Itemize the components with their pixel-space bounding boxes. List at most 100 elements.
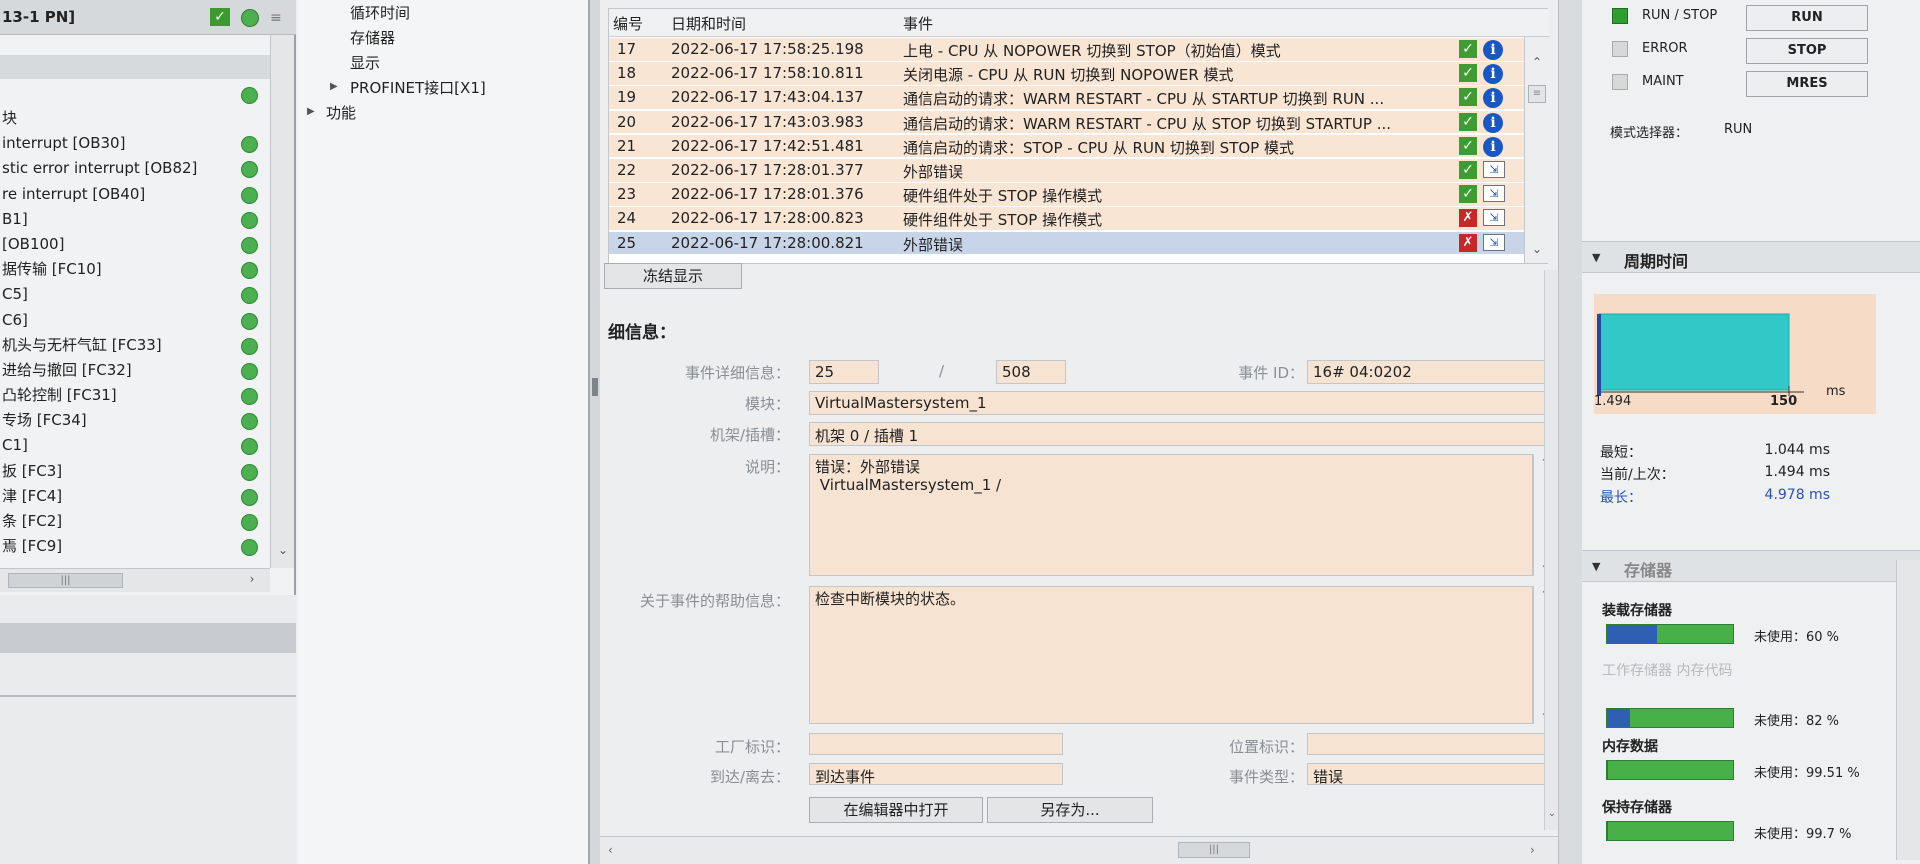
- list-item-label: stic error interrupt [OB82]: [2, 159, 198, 178]
- module-field[interactable]: VirtualMastersystem_1: [809, 391, 1555, 415]
- event-type-field[interactable]: 错误: [1307, 763, 1555, 785]
- list-item[interactable]: B1]: [0, 207, 270, 232]
- event-total-field[interactable]: 508: [996, 360, 1066, 384]
- list-item[interactable]: re interrupt [OB40]: [0, 182, 270, 207]
- scroll-thumb[interactable]: |||: [8, 573, 123, 588]
- freeze-display-button[interactable]: 冻结显示: [604, 263, 742, 289]
- device-header[interactable]: 13-1 PN] ✓ ≡: [0, 0, 296, 35]
- list-item[interactable]: 凸轮控制 [FC31]: [0, 383, 270, 408]
- tree-item-memory[interactable]: 存储器: [350, 27, 395, 48]
- event-detail-label: 事件详细信息：: [684, 364, 790, 382]
- detail-horizontal-scrollbar[interactable]: ‹ ||| ›: [600, 836, 1558, 864]
- list-item[interactable]: stic error interrupt [OB82]: [0, 156, 270, 181]
- collapse-chevron-icon[interactable]: ▼: [1592, 560, 1608, 574]
- col-header-id[interactable]: 编号: [613, 13, 643, 34]
- table-row[interactable]: 20 2022-06-17 17:43:03.983 通信启动的请求：WARM RE…: [609, 110, 1524, 135]
- right-vertical-scrollbar[interactable]: [1896, 560, 1920, 860]
- module-label: 模块：: [744, 395, 790, 413]
- scroll-left-icon[interactable]: ‹: [608, 843, 613, 857]
- scroll-thumb[interactable]: ≡: [1528, 85, 1546, 103]
- list-item[interactable]: C1]: [0, 433, 270, 458]
- description-field[interactable]: 错误：外部错误 VirtualMastersystem_1 /: [809, 454, 1533, 576]
- open-in-editor-button[interactable]: 在编辑器中打开: [809, 797, 983, 823]
- cycle-axis-unit: ms: [1826, 384, 1846, 399]
- run-button[interactable]: RUN: [1746, 5, 1868, 31]
- mres-button[interactable]: MRES: [1746, 71, 1868, 97]
- list-item[interactable]: 机头与无杆气缸 [FC33]: [0, 333, 270, 358]
- row-event: 关闭电源 - CPU 从 RUN 切换到 NOPOWER 模式: [903, 66, 1234, 85]
- save-as-button[interactable]: 另存为...: [987, 797, 1153, 823]
- error-led: [1612, 41, 1628, 57]
- col-header-event[interactable]: 事件: [903, 13, 933, 34]
- scroll-thumb[interactable]: |||: [1178, 842, 1250, 858]
- table-row[interactable]: 17 2022-06-17 17:58:25.198 上电 - CPU 从 NOPO…: [609, 38, 1524, 62]
- col-header-datetime[interactable]: 日期和时间: [671, 13, 746, 34]
- table-row[interactable]: 24 2022-06-17 17:28:00.823 硬件组件处于 STOP 操作模…: [609, 207, 1524, 231]
- plant-id-field[interactable]: [809, 733, 1063, 755]
- stop-button[interactable]: STOP: [1746, 38, 1868, 64]
- list-item[interactable]: 据传输 [FC10]: [0, 257, 270, 282]
- list-item[interactable]: 专场 [FC34]: [0, 408, 270, 433]
- table-row[interactable]: 21 2022-06-17 17:42:51.481 通信启动的请求：STOP - …: [609, 134, 1524, 159]
- status-ok-icon: ✓: [1459, 161, 1477, 179]
- cycle-time-header[interactable]: ▼ 周期时间: [1582, 241, 1920, 273]
- arrive-leave-field[interactable]: 到达事件: [809, 763, 1063, 785]
- scroll-up-icon[interactable]: ⌃: [1527, 55, 1547, 73]
- collapse-chevron-icon[interactable]: ▼: [1592, 251, 1608, 265]
- list-item[interactable]: [0, 82, 270, 107]
- row-event: 通信启动的请求：STOP - CPU 从 RUN 切换到 STOP 模式: [903, 138, 1294, 157]
- list-item[interactable]: 块: [0, 106, 270, 131]
- incoming-event-icon: ⇲: [1483, 209, 1505, 227]
- list-item[interactable]: [OB100]: [0, 232, 270, 257]
- row-id: 22: [617, 161, 637, 179]
- list-item[interactable]: 焉 [FC9]: [0, 534, 270, 559]
- tree-item-display[interactable]: 显示: [350, 52, 380, 73]
- panel-splitter[interactable]: [590, 0, 600, 864]
- scroll-right-icon[interactable]: ›: [1530, 843, 1535, 857]
- list-item[interactable]: C5]: [0, 282, 270, 307]
- list-item[interactable]: C6]: [0, 308, 270, 333]
- table-row[interactable]: 25 2022-06-17 17:28:00.821 外部错误 ✗ ⇲: [609, 231, 1524, 256]
- scroll-down-icon[interactable]: ⌄: [1545, 808, 1559, 819]
- list-item-label: 据传输 [FC10]: [2, 260, 102, 279]
- scroll-down-icon[interactable]: ⌄: [1527, 242, 1547, 260]
- memory-usage-bar: [1606, 624, 1734, 644]
- table-row[interactable]: 23 2022-06-17 17:28:01.376 硬件组件处于 STOP 操作模…: [609, 183, 1524, 207]
- event-id-field[interactable]: 16# 04:0202: [1307, 360, 1555, 384]
- splitter-grip[interactable]: [592, 378, 598, 396]
- table-row[interactable]: 18 2022-06-17 17:58:10.811 关闭电源 - CPU 从 RU…: [609, 62, 1524, 86]
- list-item[interactable]: 进给与撤回 [FC32]: [0, 358, 270, 383]
- tree-item-profinet[interactable]: PROFINET接口[X1]: [350, 77, 486, 98]
- device-title: 13-1 PN]: [2, 8, 76, 26]
- expand-arrow-icon[interactable]: ▶: [330, 81, 338, 92]
- list-item[interactable]: 扳 [FC3]: [0, 459, 270, 484]
- status-ok-icon: [241, 236, 258, 254]
- left-vertical-scrollbar[interactable]: ⌄: [270, 35, 294, 568]
- scroll-down-icon[interactable]: ⌄: [271, 543, 295, 565]
- menu-icon[interactable]: ≡: [270, 10, 282, 26]
- event-index-field[interactable]: 25: [809, 360, 879, 384]
- tree-item-cycle-time[interactable]: 循环时间: [350, 2, 410, 23]
- row-datetime: 2022-06-17 17:28:00.821: [671, 233, 864, 252]
- left-horizontal-scrollbar[interactable]: ||| ›: [0, 568, 270, 592]
- memory-usage-bar: [1606, 821, 1734, 841]
- list-item-label: C1]: [2, 436, 28, 455]
- status-ok-icon: [241, 186, 258, 204]
- table-row[interactable]: 19 2022-06-17 17:43:04.137 通信启动的请求：WARM RE…: [609, 86, 1524, 110]
- location-id-field[interactable]: [1307, 733, 1555, 755]
- list-item[interactable]: interrupt [OB30]: [0, 131, 270, 156]
- table-vertical-scrollbar[interactable]: ⌃ ≡ ⌄: [1524, 37, 1548, 263]
- details-title: 细信息：: [608, 323, 676, 343]
- memory-label: 装载存储器: [1602, 603, 1672, 619]
- table-row[interactable]: 22 2022-06-17 17:28:01.377 外部错误 ✓ ⇲: [609, 159, 1524, 183]
- list-item[interactable]: 条 [FC2]: [0, 509, 270, 534]
- tree-item-functions[interactable]: 功能: [326, 102, 356, 123]
- scroll-right-icon[interactable]: ›: [240, 572, 264, 590]
- help-field[interactable]: 检查中断模块的状态。: [809, 586, 1533, 724]
- memory-header[interactable]: ▼ 存储器: [1582, 550, 1920, 582]
- detail-vertical-scrollbar[interactable]: ⌄: [1544, 270, 1558, 830]
- rack-slot-field[interactable]: 机架 0 / 插槽 1: [809, 422, 1555, 446]
- expand-arrow-icon[interactable]: ▶: [307, 106, 315, 117]
- list-item-label: [OB100]: [2, 234, 65, 253]
- list-item[interactable]: 津 [FC4]: [0, 484, 270, 509]
